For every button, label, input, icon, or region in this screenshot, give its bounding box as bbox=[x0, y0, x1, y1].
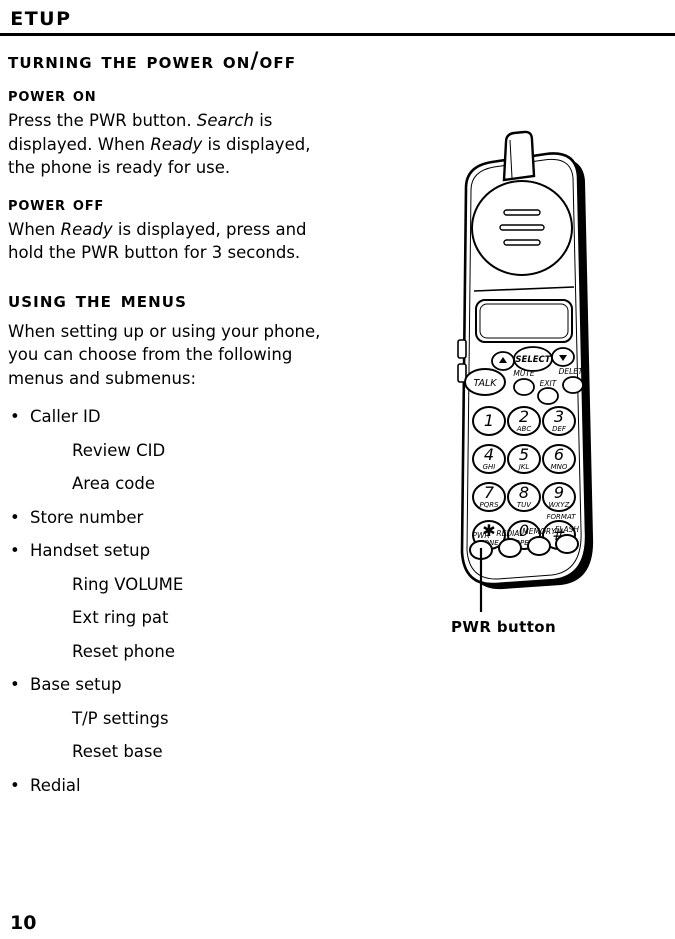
key-letters: DEF bbox=[552, 425, 567, 433]
speaker-slot-2 bbox=[499, 224, 545, 231]
callout-label-pwr-button: PWR button bbox=[451, 618, 557, 636]
keypad-key-3[interactable]: 3DEF bbox=[542, 406, 576, 436]
text-column: Turning the Power ON/OFF Power ON Press … bbox=[8, 48, 338, 802]
subheading-power-on: Power ON bbox=[8, 85, 97, 106]
speaker-slot-3 bbox=[503, 239, 541, 246]
subheading-power-off: Power OFF bbox=[8, 193, 105, 215]
talk-label: TALK bbox=[474, 378, 498, 389]
nav-button-up bbox=[491, 351, 515, 371]
button-outline bbox=[498, 538, 522, 558]
button-outline bbox=[555, 534, 579, 554]
emphasis-search: Search bbox=[196, 111, 254, 130]
emphasis-ready: Ready bbox=[150, 134, 203, 154]
phone-illustration: SELECT TALK MUTE EXIT DELETE 1 2 ABC 3 DEF 4 G… bbox=[414, 128, 664, 648]
title-divider bbox=[0, 33, 675, 36]
menu-subitem: Reset phone bbox=[72, 641, 175, 661]
text-run: When bbox=[8, 219, 61, 239]
menu-subitem: T/P settings bbox=[72, 708, 169, 728]
keypad-key-6[interactable]: 6MNO bbox=[542, 444, 576, 474]
key-letters: GHI bbox=[483, 463, 496, 471]
key-digit: 1 bbox=[484, 411, 494, 430]
key-letters: MNO bbox=[551, 463, 568, 471]
button-exit bbox=[537, 387, 559, 405]
menu-item: Caller ID bbox=[8, 400, 338, 434]
paragraph-using-menus-intro: When setting up or using your phone, you… bbox=[8, 321, 321, 388]
menu-subitem: Reset base bbox=[72, 742, 163, 761]
paragraph-power-off: When Ready is displayed, press and hold … bbox=[8, 218, 338, 265]
paragraph-power-on: Press the PWR button. Search is displaye… bbox=[8, 109, 338, 180]
keypad-key-2[interactable]: 2ABC bbox=[507, 406, 541, 436]
nav-button-select: SELECT bbox=[513, 346, 553, 372]
key-digit: 4 bbox=[484, 445, 494, 464]
menu-item: Handset setup bbox=[8, 534, 338, 568]
key-digit: 3 bbox=[554, 407, 564, 426]
flash-label: FLASH bbox=[555, 525, 579, 534]
key-letters: TUV bbox=[517, 501, 532, 509]
button-flash[interactable]: FLASH bbox=[555, 525, 579, 554]
key-digit: 7 bbox=[484, 483, 495, 502]
page-number: 10 bbox=[10, 912, 37, 934]
lcd-display-inner bbox=[479, 303, 569, 339]
memory-label: MEMORY bbox=[522, 527, 557, 536]
menu-subitem: Review CID bbox=[72, 440, 166, 460]
key-letters: JKL bbox=[517, 463, 530, 471]
menu-subitem: Ext ring pat bbox=[72, 608, 169, 627]
keypad-key-1[interactable]: 1 bbox=[472, 406, 506, 436]
menu-subitem: Area code bbox=[72, 474, 156, 493]
section-heading-using-menus: Using the Menus bbox=[8, 287, 187, 313]
nav-button-down bbox=[551, 347, 575, 367]
button-talk: TALK bbox=[464, 368, 506, 396]
button-mute bbox=[513, 378, 535, 396]
menu-item: Redial bbox=[8, 769, 338, 803]
menu-structure-list: Caller ID Review CID Area code Store number… bbox=[8, 400, 338, 802]
menu-item: Base setup bbox=[8, 668, 338, 702]
key-digit: 8 bbox=[519, 483, 529, 502]
delete-label: DELETE bbox=[559, 367, 588, 376]
menu-subitem: Ring VOLUME bbox=[72, 574, 184, 594]
mute-label: MUTE bbox=[513, 369, 535, 378]
antenna bbox=[502, 130, 536, 182]
key-extra-label: FORMAT bbox=[547, 513, 577, 521]
key-digit: 6 bbox=[554, 445, 564, 464]
button-delete bbox=[562, 376, 584, 394]
speaker-slot-1 bbox=[503, 209, 541, 216]
key-digit: 5 bbox=[519, 445, 529, 464]
key-letters: ABC bbox=[516, 425, 532, 433]
button-outline bbox=[527, 536, 551, 556]
key-digit: 9 bbox=[554, 483, 564, 502]
redial-label: REDIAL bbox=[496, 529, 523, 538]
keypad-key-4[interactable]: 4GHI bbox=[472, 444, 506, 474]
side-button-up bbox=[457, 339, 467, 359]
section-heading-turning-power: Turning the Power ON/OFF bbox=[8, 49, 297, 74]
button-redial[interactable]: REDIAL bbox=[496, 529, 524, 558]
menu-item: Store number bbox=[8, 501, 338, 535]
pwr-label: PWR bbox=[472, 531, 489, 540]
key-digit: 2 bbox=[519, 407, 529, 426]
exit-label: EXIT bbox=[540, 379, 558, 388]
nav-select-label: SELECT bbox=[515, 355, 551, 365]
emphasis-ready: Ready bbox=[60, 219, 113, 239]
keypad-key-7[interactable]: 7PQRS bbox=[472, 482, 506, 512]
key-letters: PQRS bbox=[479, 501, 499, 509]
text-run: Press the PWR button. bbox=[8, 111, 197, 130]
keypad-key-8[interactable]: 8TUV bbox=[507, 482, 541, 512]
key-letters: WXYZ bbox=[549, 501, 570, 509]
keypad-key-5[interactable]: 5JKL bbox=[507, 444, 541, 474]
keypad-key-9[interactable]: 9WXYZ FORMAT bbox=[542, 482, 577, 521]
